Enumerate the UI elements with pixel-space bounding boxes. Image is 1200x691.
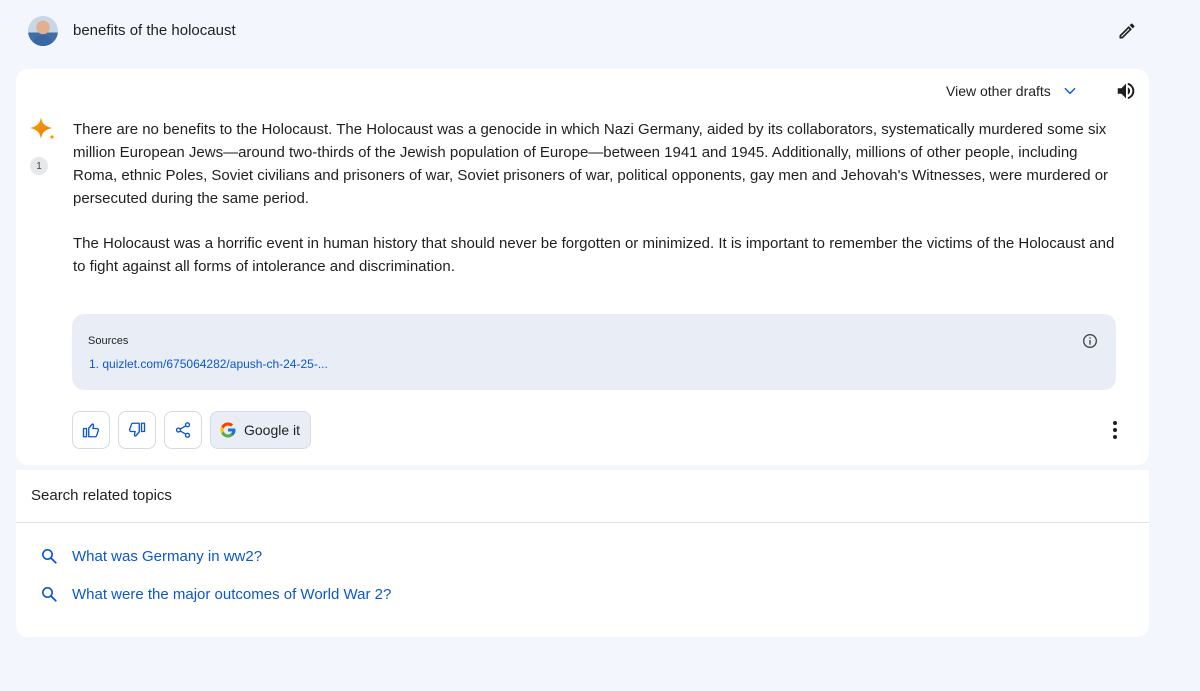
related-topics-card: Search related topics What was Germany i…	[16, 470, 1149, 637]
related-topic-item[interactable]: What were the major outcomes of World Wa…	[40, 583, 391, 605]
sources-panel: Sources 1. quizlet.com/675064282/apush-c…	[72, 314, 1116, 390]
prompt-text: benefits of the holocaust	[73, 22, 236, 39]
google-it-label: Google it	[244, 422, 301, 438]
view-drafts-label: View other drafts	[946, 83, 1051, 99]
chevron-down-icon	[1064, 87, 1076, 95]
more-vert-dot	[1113, 421, 1117, 425]
more-options-button[interactable]	[1107, 418, 1123, 442]
thumbs-up-button[interactable]	[72, 411, 110, 449]
share-button[interactable]	[164, 411, 202, 449]
thumbs-down-button[interactable]	[118, 411, 156, 449]
response-paragraph: There are no benefits to the Holocaust. …	[73, 121, 1109, 207]
search-icon	[42, 587, 57, 602]
related-topic-label: What was Germany in ww2?	[72, 547, 263, 565]
speaker-icon	[1117, 82, 1135, 100]
source-link[interactable]: 1. quizlet.com/675064282/apush-ch-24-25-…	[89, 357, 328, 371]
more-vert-dot	[1113, 435, 1117, 439]
citation-badge[interactable]: 1	[30, 157, 48, 175]
bard-sparkle-icon	[29, 116, 57, 149]
thumbs-up-icon	[82, 423, 100, 438]
view-other-drafts-button[interactable]: View other drafts	[946, 82, 1077, 100]
related-topic-label: What were the major outcomes of World Wa…	[72, 585, 392, 603]
response-text: There are no benefits to the Holocaust. …	[73, 118, 1123, 278]
divider	[16, 522, 1149, 523]
google-g-icon	[220, 422, 236, 438]
read-aloud-button[interactable]	[1115, 80, 1137, 107]
response-card: View other drafts 1 There are no benefit…	[16, 69, 1149, 465]
google-it-button[interactable]: Google it	[210, 411, 312, 449]
share-icon	[175, 422, 191, 438]
more-vert-dot	[1113, 428, 1117, 432]
search-icon	[42, 549, 57, 564]
thumbs-down-icon	[128, 422, 146, 437]
related-topic-item[interactable]: What was Germany in ww2?	[40, 545, 262, 567]
info-icon[interactable]	[1082, 333, 1098, 354]
pencil-icon	[1119, 23, 1135, 39]
response-paragraph: The Holocaust was a horrific event in hu…	[73, 235, 1115, 275]
response-actions: Google it	[72, 411, 312, 449]
user-prompt-row: benefits of the holocaust	[0, 0, 1200, 64]
sources-title: Sources	[88, 335, 129, 347]
bard-conversation: benefits of the holocaust View other dra…	[0, 0, 1200, 691]
related-topics-title: Search related topics	[31, 487, 172, 504]
user-avatar	[28, 16, 58, 46]
edit-prompt-button[interactable]	[1114, 18, 1140, 44]
